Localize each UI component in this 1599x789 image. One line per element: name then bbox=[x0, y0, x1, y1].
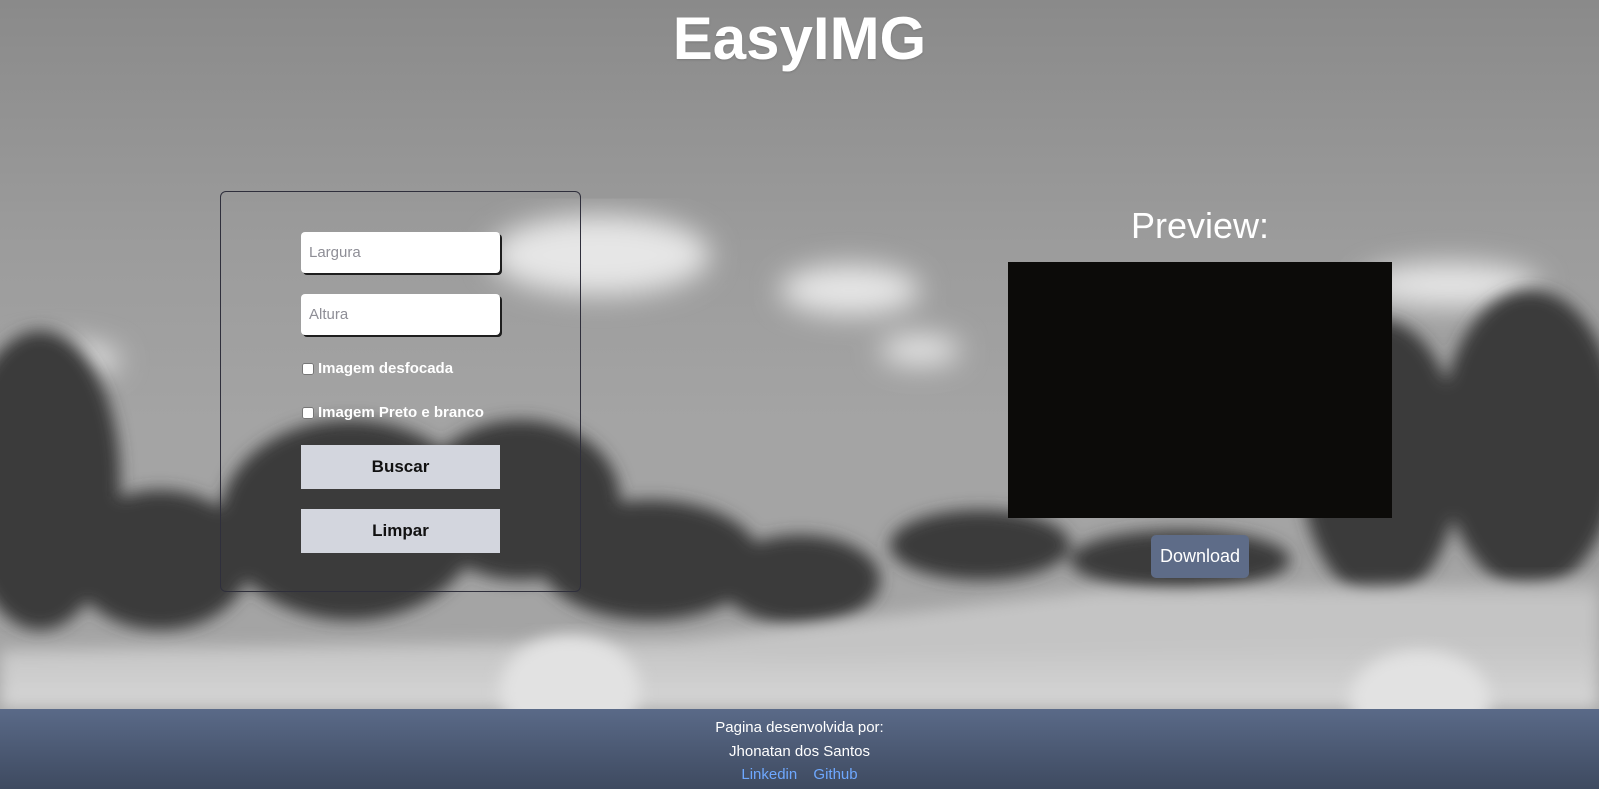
grayscale-label: Imagem Preto e branco bbox=[318, 404, 484, 421]
github-link[interactable]: Github bbox=[813, 766, 857, 783]
grayscale-checkbox[interactable] bbox=[302, 406, 314, 419]
blur-checkbox[interactable] bbox=[302, 362, 314, 375]
blur-label: Imagem desfocada bbox=[318, 360, 454, 377]
preview-image bbox=[1008, 262, 1392, 518]
options-form: Imagem desfocada Imagem Preto e branco B… bbox=[220, 191, 581, 592]
app-title: EasyIMG bbox=[672, 5, 927, 72]
page: EasyIMG Imagem desfocada Imagem Preto e … bbox=[0, 0, 1599, 789]
footer-developed-by: Pagina desenvolvida por: bbox=[715, 719, 884, 736]
height-input[interactable] bbox=[301, 294, 500, 335]
download-button[interactable]: Download bbox=[1151, 535, 1249, 578]
blur-option[interactable]: Imagem desfocada bbox=[301, 360, 453, 377]
clear-button[interactable]: Limpar bbox=[301, 509, 500, 553]
footer: Pagina desenvolvida por: Jhonatan dos Sa… bbox=[0, 709, 1599, 789]
grayscale-option[interactable]: Imagem Preto e branco bbox=[301, 404, 484, 421]
preview-title: Preview: bbox=[1130, 205, 1270, 246]
footer-links: Linkedin Github bbox=[0, 766, 1599, 783]
search-button[interactable]: Buscar bbox=[301, 445, 500, 489]
footer-author: Jhonatan dos Santos bbox=[729, 743, 870, 760]
width-input[interactable] bbox=[301, 232, 500, 273]
linkedin-link[interactable]: Linkedin bbox=[741, 766, 797, 783]
